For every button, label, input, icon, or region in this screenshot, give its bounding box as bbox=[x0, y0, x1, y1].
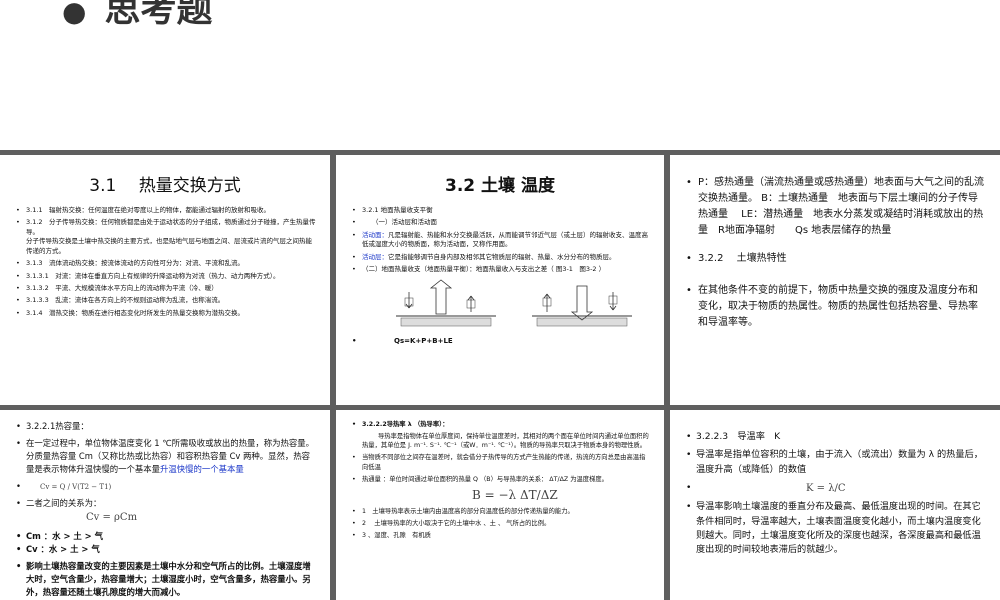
list-item: 二者之间的关系为： Cv = ρCm bbox=[14, 497, 316, 526]
term-definition: 凡是辐射能、热能和水分交换最活跃，从而能调节邻近气层（或土层）的辐射收支、温度高… bbox=[362, 230, 648, 249]
term-highlight: 升温快慢的一个基本量 bbox=[160, 464, 244, 475]
top-slide-title: ● 思考题 bbox=[62, 0, 212, 32]
list-item: 分子传导热交换是土壤中热交换的主要方式，也是贴地气层与地面之间、层流或片流的气层… bbox=[26, 237, 312, 255]
list-item: 影响土壤热容量改变的主要因素是土壤中水分和空气所占的比例。土壤湿度增大时，空气含… bbox=[14, 560, 316, 599]
list-item: 3.1.3.2 平流、大规模流体水平方向上的流动称为平流（冷、暖） bbox=[14, 284, 316, 294]
list-item: Cm ：水 > 土 > 气 bbox=[14, 530, 316, 543]
slide-thumbnail-2[interactable]: 3.2 土壤 温度 3.2.1 地面热量收支平衡 （一）活动层和活动面 活动面：… bbox=[336, 155, 664, 405]
list-item: 在一定过程中，单位物体温度变化 1 ℃所需吸收或放出的热量，称为热容量。分质量热… bbox=[14, 437, 316, 476]
list-item: P：感热通量（湍流热通量或感热通量）地表面与大气之间的乱流交换热通量。 B：土壤… bbox=[684, 175, 986, 239]
slide-title: 3.1 热量交换方式 bbox=[89, 176, 241, 196]
list-item: 2 土壤导热率的大小取决于它的土壤中水 、土 、 气所占的比例。 bbox=[350, 519, 650, 528]
list-item: B = −λ ΔT/ΔZ bbox=[350, 487, 650, 504]
list-item: 3.2.1 地面热量收支平衡 bbox=[350, 206, 650, 216]
list-item: Cv ：水 > 土 > 气 bbox=[14, 543, 316, 556]
list-item: 3.1.3.1 对流：流体在垂直方向上有规律的升降运动称为对流（热力、动力两种方… bbox=[14, 272, 316, 282]
list-item: 3.2.2.2导热率 λ （热导率）： bbox=[350, 420, 650, 429]
bullet-list: 3.2.2.3 导温率 K 导温率是指单位容积的土壤，由于流入（或流出）数量为 … bbox=[684, 430, 986, 557]
relation-text: 二者之间的关系为： bbox=[26, 498, 102, 509]
bullet-list: P：感热通量（湍流热通量或感热通量）地表面与大气之间的乱流交换热通量。 B：土壤… bbox=[684, 175, 986, 331]
bullet-list: 3.2.1 地面热量收支平衡 （一）活动层和活动面 活动面：凡是辐射能、热能和水… bbox=[350, 206, 650, 275]
bullet-list: 3.2.2.2导热率 λ （热导率）： 导热率是指物体在单位厚度间，保持单位温度… bbox=[350, 420, 650, 541]
slide-thumbnail-5[interactable]: 3.2.2.2导热率 λ （热导率）： 导热率是指物体在单位厚度间，保持单位温度… bbox=[336, 410, 664, 600]
bullet-list: Qs=K+P+B+LE bbox=[350, 336, 650, 346]
list-item: 热通量 ：单位时间通过单位面积的热量 Q （B）与导热率的关系： ΔT/ΔZ 为… bbox=[350, 475, 650, 484]
formula-cv-q: Cv = Q / V(T2 − T1) bbox=[40, 483, 112, 492]
list-item: 导热率是指物体在单位厚度间，保持单位温度差时，其相对的两个面在单位时间内通过单位… bbox=[362, 433, 649, 450]
heat-balance-diagram-night bbox=[532, 285, 632, 326]
list-item: 3 、湿度、孔隙 有机质 bbox=[350, 531, 650, 540]
list-item: 活动面：凡是辐射能、热能和水分交换最活跃，从而能调节邻近气层（或土层）的辐射收支… bbox=[350, 231, 650, 250]
list-item: 3.1.4 潜热交换：物质在进行相态变化时所发生的热量交换称为潜热交换。 bbox=[14, 309, 316, 319]
heat-balance-figures bbox=[378, 278, 650, 330]
formula-cv-rho: Cv = ρCm bbox=[86, 512, 138, 524]
list-item: 3.1.2 分子传导热交换：任何物质都是由处于运动状态的分子组成，物质通过分子碰… bbox=[14, 218, 316, 237]
slide-thumbnail-1[interactable]: 3.1 热量交换方式 3.1.1 辐射热交换：任何温度在绝对零度以上的物体，都能… bbox=[0, 155, 330, 405]
slide-title: 3.2 土壤 温度 bbox=[445, 176, 555, 196]
list-item: 1 土壤导热率表示土壤内由温度高的部分向温度低的部分传递热量的能力。 bbox=[350, 507, 650, 516]
list-item: （一）活动层和活动面 bbox=[350, 218, 650, 228]
list-item: 3.2.2.1热容量： bbox=[14, 420, 316, 433]
list-item: 在其他条件不变的前提下，物质中热量交换的强度及温度分布和变化，取决于物质的热属性… bbox=[684, 283, 986, 331]
list-item: 3.1.3.3 乱流：流体在各方向上的不规则运动称为乱流，也称湍流。 bbox=[14, 296, 316, 306]
list-item: 导温率影响土壤温度的垂直分布及最高、最低温度出现的时间。在其它条件相同时，导温率… bbox=[684, 500, 986, 557]
list-item: K = λ/C bbox=[684, 481, 986, 497]
slide-thumbnail-3[interactable]: P：感热通量（湍流热通量或感热通量）地表面与大气之间的乱流交换热通量。 B：土壤… bbox=[670, 155, 1000, 405]
heat-balance-diagram-day bbox=[396, 279, 496, 326]
top-slide: ● 思考题 bbox=[0, 0, 1000, 150]
list-item: 当物质不同部位之间存在温差时，就会借分子热传导的方式产生热能的传递，热流的方向总… bbox=[350, 453, 650, 471]
bullet-icon: ● bbox=[62, 0, 87, 28]
top-title-text: 思考题 bbox=[104, 0, 213, 30]
list-item: 活动层：它是指能够调节自身内部及相邻其它物质层的辐射、热量、水分分布的物质层。 bbox=[350, 252, 650, 263]
bullet-list: 3.2.2.1热容量： 在一定过程中，单位物体温度变化 1 ℃所需吸收或放出的热… bbox=[14, 420, 316, 599]
slide-thumbnail-4[interactable]: 3.2.2.1热容量： 在一定过程中，单位物体温度变化 1 ℃所需吸收或放出的热… bbox=[0, 410, 330, 600]
bullet-list: 3.1.1 辐射热交换：任何温度在绝对零度以上的物体，都能通过辐射的放射和吸收。… bbox=[14, 206, 316, 319]
list-item: 3.1.1 辐射热交换：任何温度在绝对零度以上的物体，都能通过辐射的放射和吸收。 bbox=[14, 206, 316, 216]
list-item: 导温率是指单位容积的土壤，由于流入（或流出）数量为 λ 的热量后，温度升高（或降… bbox=[684, 448, 986, 477]
formula-heat-flux: B = −λ ΔT/ΔZ bbox=[472, 487, 558, 502]
list-item: 3.1.3 流体流动热交换：按流体流动的方向性可分为：对流、平流和乱流。 bbox=[14, 259, 316, 269]
formula-k: K = λ/C bbox=[806, 482, 846, 494]
slide-thumbnail-6[interactable]: 3.2.2.3 导温率 K 导温率是指单位容积的土壤，由于流入（或流出）数量为 … bbox=[670, 410, 1000, 600]
formula-text: Qs=K+P+B+LE bbox=[394, 336, 453, 345]
list-item: 3.2.2 土壤热特性 bbox=[684, 251, 986, 267]
list-item: Cv = Q / V(T2 − T1) bbox=[14, 480, 316, 493]
term-highlight: 活动面： bbox=[362, 230, 388, 239]
term-highlight: 活动层： bbox=[362, 252, 388, 261]
heat-balance-formula: Qs=K+P+B+LE bbox=[350, 336, 650, 346]
list-item: （二）地面热量收支（地面热量平衡）：地面热量收入与支出之差（ 图3-1 图3-2… bbox=[350, 265, 650, 275]
list-item: 3.2.2.3 导温率 K bbox=[684, 430, 986, 445]
term-definition: 它是指能够调节自身内部及相邻其它物质层的辐射、热量、水分分布的物质层。 bbox=[388, 252, 616, 261]
